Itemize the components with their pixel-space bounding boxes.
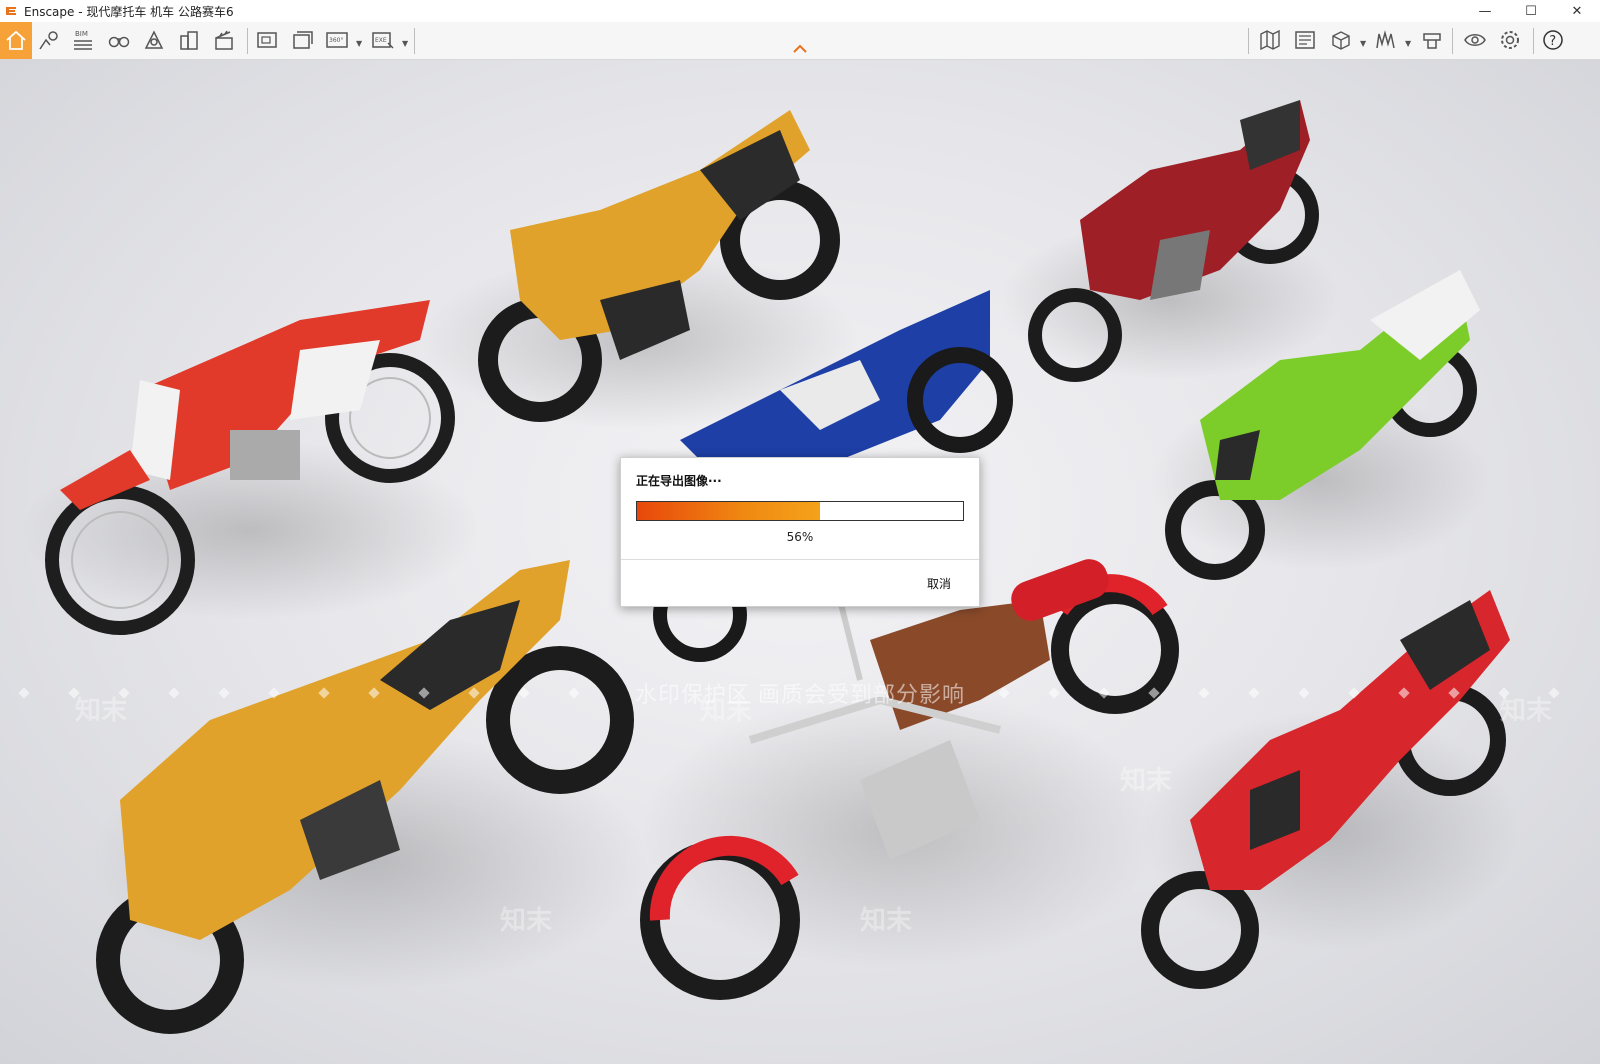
- progress-fill: [637, 502, 820, 520]
- home-icon: [6, 30, 26, 50]
- buildings-icon: [180, 31, 198, 50]
- video-editor-button[interactable]: [209, 25, 239, 55]
- minimize-button[interactable]: —: [1462, 0, 1508, 22]
- map-icon: [1260, 29, 1280, 51]
- batch-render-button[interactable]: [288, 25, 318, 55]
- buildings-button[interactable]: [174, 25, 204, 55]
- collapse-toolbar-icon[interactable]: [792, 44, 808, 54]
- atmosphere-icon: [144, 30, 164, 49]
- export-button[interactable]: EXE: [368, 25, 398, 55]
- maximize-button[interactable]: ☐: [1508, 0, 1554, 22]
- main-toolbar: BIM 360° ▼ EXE ▼ ▼ ▼ ?: [0, 22, 1600, 60]
- watermark-text: 水印保护区 画质会受到部分影响: [635, 683, 965, 708]
- dirt-bike-red: [20, 300, 480, 635]
- chevron-down-icon[interactable]: ▼: [402, 39, 408, 48]
- sport-bike-yellow-bottom: [90, 560, 650, 1034]
- chevron-down-icon[interactable]: ▼: [356, 39, 362, 48]
- panorama-button[interactable]: 360°: [322, 25, 352, 55]
- visibility-button[interactable]: [1460, 25, 1490, 55]
- dialog-title: 正在导出图像···: [636, 474, 722, 488]
- batch-render-icon: [293, 31, 313, 49]
- screenshot-icon: [257, 32, 277, 48]
- dialog-divider: [621, 559, 979, 560]
- map-pin-icon: [39, 31, 58, 50]
- atmosphere-button[interactable]: [139, 25, 169, 55]
- title-bar: Enscape - 现代摩托车 机车 公路赛车6 — ☐ ✕: [0, 0, 1600, 22]
- materials-button[interactable]: [1371, 25, 1401, 55]
- bim-button[interactable]: BIM: [68, 25, 98, 55]
- collaboration-icon: [1423, 33, 1441, 49]
- chevron-down-icon[interactable]: ▼: [1360, 39, 1366, 48]
- watermark-logo: 知末: [75, 696, 128, 726]
- svg-text:BIM: BIM: [75, 30, 88, 38]
- binoculars-icon: [108, 36, 130, 48]
- watermark-logo: 知末: [500, 906, 553, 936]
- cancel-button[interactable]: 取消: [927, 575, 951, 592]
- close-button[interactable]: ✕: [1554, 0, 1600, 22]
- watermark-logo: 知末: [860, 906, 913, 936]
- eye-icon: [1464, 34, 1486, 46]
- chevron-down-icon[interactable]: ▼: [1405, 39, 1411, 48]
- window-title: Enscape - 现代摩托车 机车 公路赛车6: [24, 4, 234, 19]
- help-icon: ?: [1543, 30, 1563, 50]
- materials-icon: [1376, 30, 1395, 49]
- export-exe-icon: EXE: [372, 32, 394, 49]
- screenshot-button[interactable]: [252, 25, 282, 55]
- watermark-logo: 知末: [1120, 766, 1173, 796]
- svg-text:360°: 360°: [329, 37, 343, 44]
- progress-percent-label: 56%: [786, 530, 814, 544]
- home-button[interactable]: [0, 22, 32, 59]
- watermark-logo: 知末: [700, 696, 753, 726]
- collaboration-button[interactable]: [1417, 25, 1447, 55]
- cube-icon: [1332, 31, 1350, 50]
- panorama-360-icon: 360°: [326, 32, 348, 48]
- naked-bike-red-top-right: [1000, 100, 1340, 382]
- enscape-logo-icon: [6, 7, 16, 15]
- asset-library-button[interactable]: [1290, 25, 1320, 55]
- bim-icon: BIM: [74, 30, 92, 50]
- views-button[interactable]: [34, 25, 64, 55]
- help-button[interactable]: ?: [1538, 25, 1568, 55]
- export-progress-dialog: 正在导出图像··· 56% 取消: [620, 457, 980, 607]
- gear-icon: [1501, 31, 1519, 49]
- svg-text:EXE: EXE: [375, 37, 387, 44]
- cube-button[interactable]: [1326, 25, 1356, 55]
- binoculars-button[interactable]: [104, 25, 134, 55]
- asset-library-icon: [1295, 31, 1315, 49]
- map-button[interactable]: [1255, 25, 1285, 55]
- clapperboard-icon: [215, 30, 233, 50]
- export-progress-bar: [636, 501, 964, 521]
- settings-button[interactable]: [1495, 25, 1525, 55]
- svg-text:?: ?: [1549, 34, 1556, 49]
- sport-bike-yellow-top: [420, 110, 860, 430]
- sport-bike-red-bottom-right: [1140, 590, 1520, 989]
- watermark-logo: 知末: [1500, 696, 1553, 726]
